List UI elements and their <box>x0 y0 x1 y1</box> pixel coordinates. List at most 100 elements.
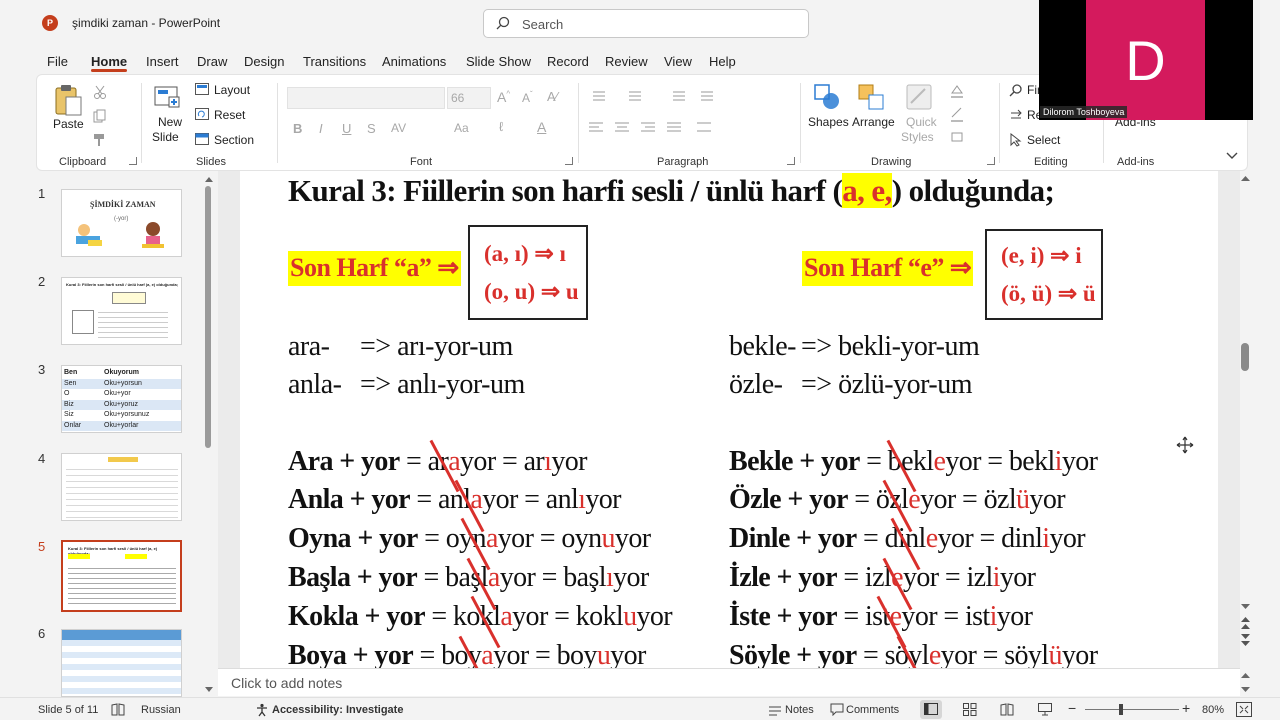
spelling-check-icon[interactable] <box>111 703 125 716</box>
slide-heading: Kural 3: Fiillerin son harfi sesli / ünl… <box>288 173 1055 209</box>
scroll-down-icon[interactable] <box>1241 603 1250 610</box>
eq-res: söyl <box>1004 640 1049 668</box>
clipboard-group-label: Clipboard <box>59 156 107 168</box>
tab-file[interactable]: File <box>47 54 68 69</box>
cut-icon[interactable] <box>93 85 107 99</box>
zoom-slider-knob[interactable] <box>1119 704 1123 715</box>
tab-help[interactable]: Help <box>709 54 736 69</box>
shapes-button[interactable]: Shapes <box>808 115 849 129</box>
heading-end: ) olduğunda; <box>891 173 1055 208</box>
font-size-select[interactable]: 66 <box>447 87 491 109</box>
clipboard-launcher-icon[interactable] <box>129 157 137 165</box>
example-result: => arı-yor-um <box>360 331 513 362</box>
tab-slide-show[interactable]: Slide Show <box>466 54 531 69</box>
eq-res: oyn <box>561 523 602 554</box>
paragraph-launcher-icon[interactable] <box>787 157 795 165</box>
tab-record[interactable]: Record <box>547 54 589 69</box>
thumbnail-number: 2 <box>38 274 46 289</box>
tab-home[interactable]: Home <box>91 54 127 69</box>
eq-mid-vowel: a <box>500 601 513 632</box>
scroll-down-icon[interactable] <box>204 686 214 694</box>
search-input[interactable]: Search <box>483 9 809 38</box>
language-indicator[interactable]: Russian <box>141 704 181 716</box>
shape-format-icons[interactable] <box>949 83 965 149</box>
slide-thumbnail-4[interactable] <box>61 453 182 521</box>
slide-canvas[interactable]: Kural 3: Fiillerin son harfi sesli / ünl… <box>240 171 1218 668</box>
zoom-out-icon[interactable]: − <box>1068 700 1076 716</box>
next-slide-icon[interactable] <box>1240 633 1251 647</box>
increase-font-icon[interactable]: A^ <box>497 89 510 105</box>
highlight-color-icon[interactable]: ℓ <box>499 119 503 134</box>
eq-verb: İzle + yor <box>729 562 838 593</box>
powerpoint-app-icon[interactable]: P <box>42 15 58 31</box>
layout-button[interactable]: Layout <box>214 83 250 97</box>
scroll-up-icon[interactable] <box>204 175 214 183</box>
format-painter-icon[interactable] <box>93 133 107 147</box>
reading-view-icon[interactable] <box>1000 703 1014 716</box>
separator <box>141 83 142 163</box>
slide-thumbnail-6[interactable] <box>61 629 182 697</box>
slide-scrollbar-thumb[interactable] <box>1241 343 1249 371</box>
align-buttons-icon[interactable] <box>589 121 769 135</box>
quick-styles-button[interactable]: Quick <box>906 115 937 129</box>
shadow-icon[interactable]: S <box>367 121 376 136</box>
decrease-font-icon[interactable]: Aˇ <box>522 90 533 105</box>
quick-styles-button-line2[interactable]: Styles <box>901 130 934 144</box>
underline-icon[interactable]: U <box>342 121 351 136</box>
font-launcher-icon[interactable] <box>565 157 573 165</box>
clear-format-icon[interactable]: A⁄ <box>547 89 558 104</box>
notes-pane[interactable]: Click to add notes <box>218 668 1240 696</box>
tab-review[interactable]: Review <box>605 54 648 69</box>
thumbnail-number: 1 <box>38 186 46 201</box>
new-slide-button[interactable]: New <box>158 115 182 129</box>
font-color-icon[interactable]: A <box>537 119 546 135</box>
bold-icon[interactable]: B <box>293 121 302 136</box>
normal-view-button[interactable] <box>920 700 942 719</box>
slide-scrollbar[interactable] <box>1240 171 1253 668</box>
collapse-ribbon-icon[interactable] <box>1226 152 1238 160</box>
reset-button[interactable]: Reset <box>214 108 245 122</box>
slide-sorter-icon[interactable] <box>963 703 977 716</box>
zoom-in-icon[interactable]: + <box>1182 700 1190 716</box>
eq-res-vowel: i <box>989 601 998 632</box>
slide-thumbnail-5[interactable]: Kural 3: Fiillerin son harfi sesli / ünl… <box>61 540 182 612</box>
thumb-conjugation-grid <box>66 464 178 518</box>
char-spacing-icon[interactable]: AV <box>391 121 406 135</box>
section-button[interactable]: Section <box>214 133 254 147</box>
list-buttons-icon[interactable] <box>589 89 769 103</box>
scroll-up-icon[interactable] <box>1241 175 1250 182</box>
example-stem: özle- <box>729 369 783 400</box>
paste-button[interactable]: Paste <box>53 117 84 131</box>
italic-icon[interactable]: I <box>319 121 323 136</box>
change-case-icon[interactable]: Aa <box>454 121 469 135</box>
tab-transitions[interactable]: Transitions <box>303 54 366 69</box>
drawing-launcher-icon[interactable] <box>987 157 995 165</box>
eq-mid-suffix: yor <box>920 484 956 515</box>
tab-view[interactable]: View <box>664 54 692 69</box>
tab-draw[interactable]: Draw <box>197 54 227 69</box>
slide-show-icon[interactable] <box>1038 703 1052 716</box>
thumbnail-number: 3 <box>38 362 46 377</box>
notes-button[interactable]: Notes <box>785 704 814 716</box>
tab-design[interactable]: Design <box>244 54 284 69</box>
scroll-up-icon[interactable] <box>1241 672 1250 679</box>
scroll-down-icon[interactable] <box>1241 686 1250 693</box>
zoom-slider-track[interactable] <box>1085 709 1179 710</box>
slide-thumbnail-1[interactable]: ŞİMDİKİ ZAMAN (-yor) <box>61 189 182 257</box>
normal-view-icon <box>924 703 938 715</box>
arrange-button[interactable]: Arrange <box>852 115 895 129</box>
tab-animations[interactable]: Animations <box>382 54 446 69</box>
previous-slide-icon[interactable] <box>1240 616 1251 630</box>
copy-icon[interactable] <box>93 109 107 123</box>
slide-thumbnail-3[interactable]: Ben Okuyorum Sen Oku+yorsun O Oku+yor Biz Ok… <box>61 365 182 433</box>
accessibility-status[interactable]: Accessibility: Investigate <box>272 704 403 716</box>
fit-to-window-icon[interactable] <box>1236 702 1252 717</box>
tab-insert[interactable]: Insert <box>146 54 179 69</box>
zoom-level[interactable]: 80% <box>1202 704 1224 716</box>
select-button[interactable]: Select <box>1027 133 1060 147</box>
font-family-select[interactable] <box>287 87 445 109</box>
new-slide-button-line2[interactable]: Slide <box>152 130 179 144</box>
slide-thumbnail-2[interactable]: Kural 3: Fiillerin son harfi sesli / ünl… <box>61 277 182 345</box>
comments-button[interactable]: Comments <box>846 704 899 716</box>
thumbnail-scrollbar[interactable] <box>205 186 211 448</box>
